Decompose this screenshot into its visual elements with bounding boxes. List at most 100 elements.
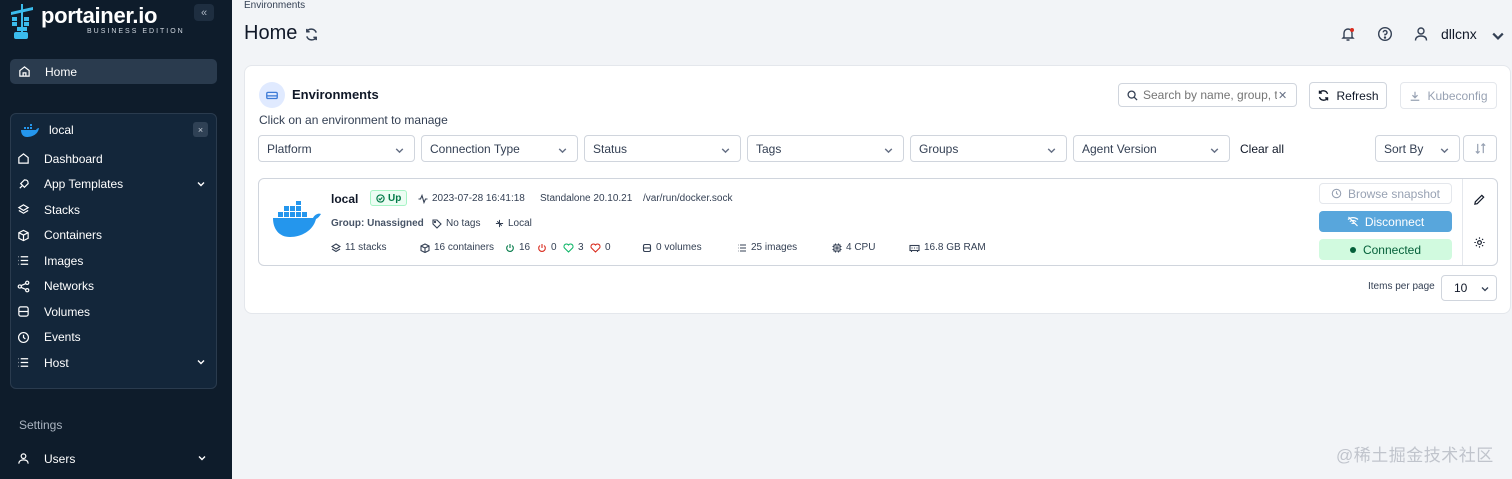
heart-broken-icon (590, 242, 601, 253)
sidebar-item-containers[interactable]: Containers (11, 223, 216, 249)
images-count: 25 images (737, 242, 797, 253)
volumes-text: 0 volumes (656, 242, 702, 253)
sidebar-item-label: Home (45, 64, 78, 79)
environment-card[interactable]: local Up 2023-07-28 16:41:18 Standalone … (258, 178, 1498, 266)
chevron-down-icon (558, 148, 567, 154)
home-icon (18, 65, 31, 78)
chevron-down-icon (721, 148, 730, 154)
heartbeat-timestamp: 2023-07-28 16:41:18 (418, 193, 525, 204)
user-avatar-icon[interactable] (1413, 26, 1429, 42)
user-icon (17, 452, 30, 465)
sidebar-item-label: Containers (44, 228, 103, 243)
portainer-logo[interactable]: portainer.io BUSINESS EDITION (10, 4, 185, 40)
filter-tags[interactable]: Tags (747, 135, 904, 162)
sidebar-item-events[interactable]: Events (11, 325, 216, 351)
search-input[interactable] (1143, 88, 1277, 102)
sidebar-item-networks[interactable]: Networks (11, 274, 216, 300)
environment-location: Local (495, 218, 532, 229)
chevron-down-icon (197, 360, 205, 365)
chevron-down-icon[interactable] (1490, 28, 1506, 44)
filter-connection-type[interactable]: Connection Type (421, 135, 578, 162)
watermark: @稀土掘金技术社区 (1336, 446, 1494, 465)
layers-icon (331, 242, 341, 252)
filter-platform[interactable]: Platform (258, 135, 415, 162)
sidebar-item-volumes[interactable]: Volumes (11, 299, 216, 325)
memory-icon (909, 244, 920, 252)
user-menu-name[interactable]: dllcnx (1441, 26, 1477, 42)
items-per-page-select[interactable]: 10 (1441, 275, 1497, 301)
chevron-down-icon (1440, 148, 1449, 154)
filter-agent-version[interactable]: Agent Version (1073, 135, 1230, 162)
environment-header[interactable]: local (11, 114, 216, 146)
logo-subtitle: BUSINESS EDITION (87, 28, 185, 35)
sort-by-select[interactable]: Sort By (1375, 135, 1460, 162)
kubeconfig-button[interactable]: Kubeconfig (1400, 82, 1497, 109)
clear-search-icon[interactable]: ✕ (1278, 89, 1287, 102)
environment-group: Group: Unassigned (331, 218, 424, 229)
reload-icon[interactable] (304, 27, 319, 42)
filter-label: Platform (267, 141, 312, 156)
ram-text: 16.8 GB RAM (924, 242, 986, 253)
close-icon: × (197, 124, 204, 135)
power-off-icon (538, 243, 546, 252)
ram-amount: 16.8 GB RAM (909, 242, 986, 253)
chevron-down-icon (198, 456, 206, 461)
page-title: Home (244, 22, 298, 44)
sidebar-item-label: Events (44, 330, 81, 345)
connected-status-button[interactable]: Connected (1319, 239, 1452, 260)
check-circle-icon (376, 193, 385, 203)
stopped-text: 0 (551, 242, 557, 253)
docker-logo-icon (273, 201, 321, 237)
containers-text: 16 containers (434, 242, 495, 253)
logo-title: portainer.io (41, 3, 158, 28)
filter-status[interactable]: Status (584, 135, 741, 162)
collapse-sidebar-button[interactable]: « (194, 4, 214, 21)
sidebar-item-images[interactable]: Images (11, 248, 216, 274)
chevron-down-icon (1210, 148, 1219, 154)
stacks-count: 11 stacks (331, 242, 387, 253)
help-icon[interactable] (1377, 26, 1393, 42)
filter-label: Groups (919, 141, 959, 156)
search-box[interactable]: ✕ (1118, 83, 1297, 107)
containers-count: 16 containers (420, 242, 494, 253)
browse-snapshot-button[interactable]: Browse snapshot (1319, 183, 1452, 204)
notification-bell-icon[interactable] (1340, 26, 1356, 42)
sidebar-item-dashboard[interactable]: Dashboard (11, 146, 216, 172)
breadcrumb[interactable]: Environments (244, 0, 305, 11)
healthy-count: 3 (563, 242, 584, 253)
volumes-count: 0 volumes (642, 242, 702, 253)
refresh-button[interactable]: Refresh (1309, 82, 1387, 109)
filter-label: Status (593, 141, 628, 156)
clear-all-filters-link[interactable]: Clear all (1240, 142, 1284, 156)
cpu-icon (832, 243, 842, 252)
sidebar-item-host[interactable]: Host (11, 350, 216, 376)
timestamp-text: 2023-07-28 16:41:18 (432, 193, 525, 204)
wifi-off-icon (1347, 216, 1359, 227)
edit-pencil-icon[interactable] (1473, 193, 1486, 206)
chevron-down-icon (395, 148, 404, 154)
healthy-text: 3 (578, 242, 584, 253)
gear-icon[interactable] (1473, 236, 1486, 249)
sidebar-item-users[interactable]: Users (13, 446, 217, 471)
sidebar-item-app-templates[interactable]: App Templates (11, 172, 216, 198)
sidebar-item-stacks[interactable]: Stacks (11, 197, 216, 223)
list-icon (17, 254, 30, 267)
filter-groups[interactable]: Groups (910, 135, 1067, 162)
database-icon (642, 243, 652, 252)
close-environment-button[interactable]: × (193, 122, 208, 137)
disconnect-button[interactable]: Disconnect (1319, 211, 1452, 232)
share-icon (17, 280, 30, 293)
tags-text: No tags (446, 218, 481, 229)
double-chevron-left-icon: « (200, 6, 208, 19)
sort-label: Sort By (1384, 141, 1424, 156)
cpu-text: 4 CPU (846, 242, 876, 253)
browse-snapshot-label: Browse snapshot (1347, 186, 1441, 201)
cpu-count: 4 CPU (832, 242, 875, 253)
environment-name: local (49, 123, 74, 137)
activity-icon (418, 193, 428, 204)
sidebar-item-home[interactable]: Home (10, 59, 217, 84)
refresh-icon (1319, 90, 1329, 101)
status-badge: Up (370, 190, 408, 206)
sort-direction-button[interactable] (1463, 135, 1497, 162)
docker-whale-icon (21, 123, 39, 137)
